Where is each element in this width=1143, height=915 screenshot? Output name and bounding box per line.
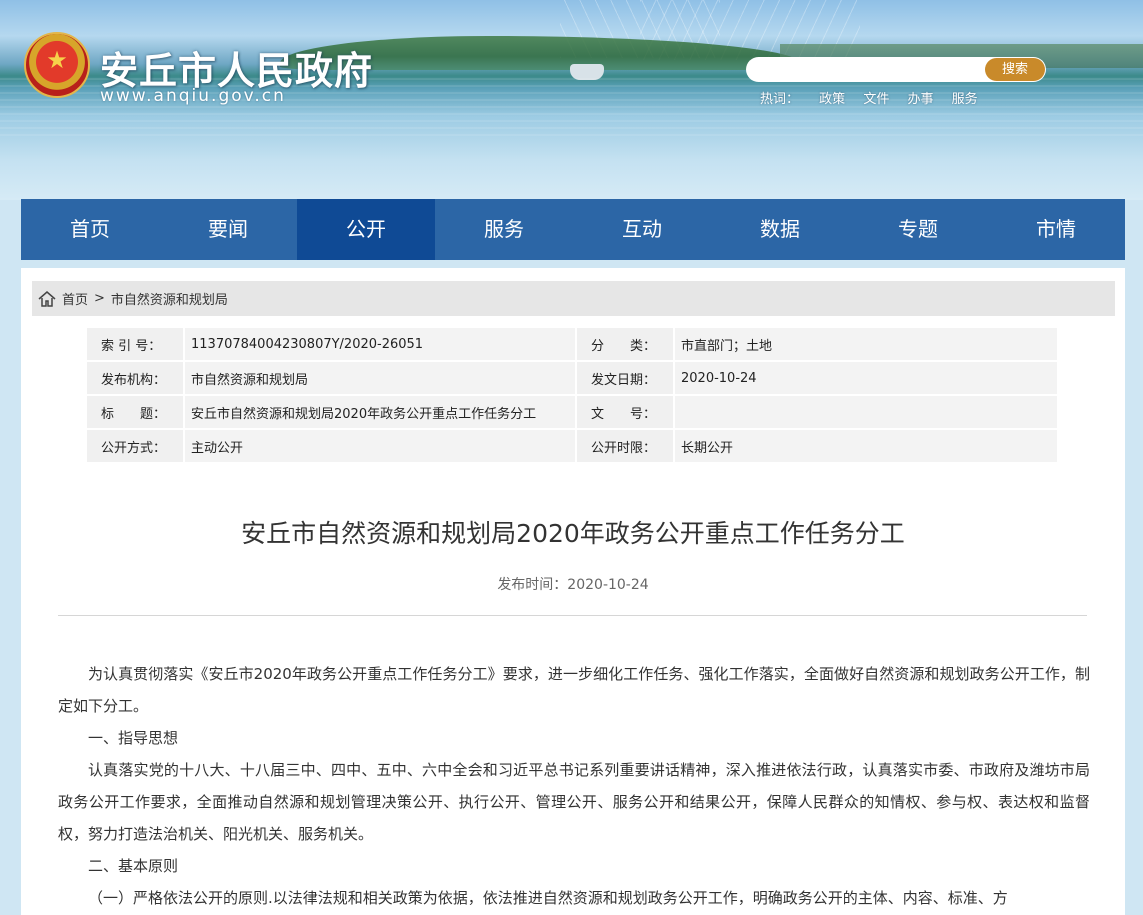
meta-value: 市自然资源和规划局 xyxy=(185,362,575,394)
search-button[interactable]: 搜索 xyxy=(985,58,1045,81)
nav-item-city-info[interactable]: 市情 xyxy=(987,199,1125,260)
meta-label: 发布机构： xyxy=(87,362,183,394)
divider xyxy=(58,615,1087,616)
meta-label: 公开方式： xyxy=(87,430,183,462)
breadcrumb-home[interactable]: 首页 xyxy=(62,289,88,308)
national-emblem-icon[interactable]: ★ xyxy=(24,32,90,98)
nav-item-topics[interactable]: 专题 xyxy=(849,199,987,260)
table-row: 索 引 号： 11370784004230807Y/2020-26051 分 类… xyxy=(87,328,1057,360)
meta-value xyxy=(675,396,1057,428)
meta-label: 标 题： xyxy=(87,396,183,428)
hotwords-label: 热词： xyxy=(760,92,800,107)
meta-label: 发文日期： xyxy=(577,362,673,394)
breadcrumb-current[interactable]: 市自然资源和规划局 xyxy=(111,289,228,308)
nav-item-home[interactable]: 首页 xyxy=(21,199,159,260)
table-row: 公开方式： 主动公开 公开时限： 长期公开 xyxy=(87,430,1057,462)
hotword-link[interactable]: 文件 xyxy=(863,92,889,107)
document-meta-table: 索 引 号： 11370784004230807Y/2020-26051 分 类… xyxy=(85,326,1059,464)
publish-time: 发布时间：2020-10-24 xyxy=(497,577,649,593)
nav-item-interaction[interactable]: 互动 xyxy=(573,199,711,260)
nav-item-data[interactable]: 数据 xyxy=(711,199,849,260)
hotwords-bar: 热词： 政策 文件 办事 服务 xyxy=(760,88,992,107)
hotword-link[interactable]: 政策 xyxy=(819,92,845,107)
breadcrumb: 首页 > 市自然资源和规划局 xyxy=(32,281,1115,316)
hotword-link[interactable]: 服务 xyxy=(952,92,978,107)
section-heading: 一、指导思想 xyxy=(88,729,179,747)
article-paragraph: 认真落实党的十八大、十八届三中、四中、五中、六中全会和习近平总书记系列重要讲话精… xyxy=(58,761,1090,843)
search-input[interactable] xyxy=(760,60,980,79)
meta-label: 分 类： xyxy=(577,328,673,360)
section-heading: 二、基本原则 xyxy=(88,857,179,875)
meta-value: 2020-10-24 xyxy=(675,362,1057,394)
content-panel: 首页 > 市自然资源和规划局 索 引 号： 11370784004230807Y… xyxy=(21,268,1125,915)
article-paragraph: 为认真贯彻落实《安丘市2020年政务公开重点工作任务分工》要求，进一步细化工作任… xyxy=(58,665,1090,715)
site-url: www.anqiu.gov.cn xyxy=(100,86,286,106)
meta-value: 主动公开 xyxy=(185,430,575,462)
hotword-link[interactable]: 办事 xyxy=(907,92,933,107)
table-row: 标 题： 安丘市自然资源和规划局2020年政务公开重点工作任务分工 文 号： xyxy=(87,396,1057,428)
nav-item-service[interactable]: 服务 xyxy=(435,199,573,260)
table-row: 发布机构： 市自然资源和规划局 发文日期： 2020-10-24 xyxy=(87,362,1057,394)
main-nav: 首页 要闻 公开 服务 互动 数据 专题 市情 xyxy=(21,199,1125,260)
meta-label: 公开时限： xyxy=(577,430,673,462)
header-banner: ★ 安丘市人民政府 www.anqiu.gov.cn 搜索 热词： 政策 文件 … xyxy=(0,0,1143,200)
meta-value: 11370784004230807Y/2020-26051 xyxy=(185,328,575,360)
meta-value: 安丘市自然资源和规划局2020年政务公开重点工作任务分工 xyxy=(185,396,575,428)
meta-label: 文 号： xyxy=(577,396,673,428)
breadcrumb-separator: > xyxy=(94,291,105,306)
home-icon[interactable] xyxy=(38,290,56,307)
article-body: 为认真贯彻落实《安丘市2020年政务公开重点工作任务分工》要求，进一步细化工作任… xyxy=(58,658,1090,914)
meta-value: 市直部门；土地 xyxy=(675,328,1057,360)
nav-item-news[interactable]: 要闻 xyxy=(159,199,297,260)
meta-value: 长期公开 xyxy=(675,430,1057,462)
article-title: 安丘市自然资源和规划局2020年政务公开重点工作任务分工 xyxy=(241,519,905,548)
meta-label: 索 引 号： xyxy=(87,328,183,360)
article-paragraph: （一）严格依法公开的原则.以法律法规和相关政策为依据，依法推进自然资源和规划政务… xyxy=(88,889,1008,907)
nav-item-open[interactable]: 公开 xyxy=(297,199,435,260)
